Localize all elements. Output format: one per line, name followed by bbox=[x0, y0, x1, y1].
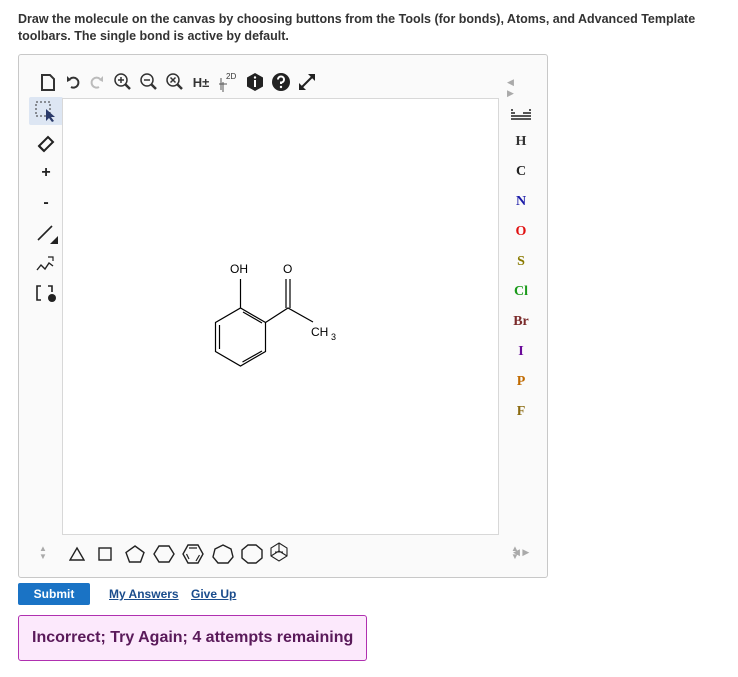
bracket-icon[interactable] bbox=[29, 279, 63, 307]
fullscreen-icon[interactable] bbox=[297, 72, 317, 92]
adamantane-template[interactable] bbox=[269, 542, 289, 569]
eraser-icon[interactable] bbox=[29, 129, 63, 157]
atom-button-i[interactable]: I bbox=[503, 339, 539, 365]
atom-button-c[interactable]: C bbox=[503, 159, 539, 185]
2d-label: 2D bbox=[226, 72, 236, 81]
atom-button-o[interactable]: O bbox=[503, 219, 539, 245]
ketone-chain-bond bbox=[265, 307, 314, 324]
atom-button-n[interactable]: N bbox=[503, 189, 539, 215]
square-template[interactable] bbox=[97, 546, 113, 567]
left-toolbar-scroll[interactable]: ▲ ▼ bbox=[39, 545, 47, 561]
select-tool[interactable] bbox=[29, 97, 63, 125]
benzene-ring bbox=[214, 307, 267, 367]
atom-button-h[interactable]: H bbox=[503, 129, 539, 155]
molecule-editor: H± 2D ◀ ▶ + - OH O CH 3 H C N O S Cl Br … bbox=[18, 54, 548, 578]
benzene-template[interactable] bbox=[182, 544, 204, 569]
heptagon-template[interactable] bbox=[212, 544, 234, 569]
ring-inner-bond-2 bbox=[242, 350, 263, 363]
carbonyl-double-bond bbox=[285, 279, 291, 308]
periodic-table-icon[interactable] bbox=[503, 105, 539, 131]
atom-button-s[interactable]: S bbox=[503, 249, 539, 275]
help-icon[interactable] bbox=[271, 72, 291, 92]
charge-plus-tool[interactable]: + bbox=[29, 159, 63, 187]
new-document-icon[interactable] bbox=[39, 73, 57, 91]
instructions-text: Draw the molecule on the canvas by choos… bbox=[18, 12, 696, 43]
ring-inner-bond-3 bbox=[242, 311, 263, 324]
atom-button-f[interactable]: F bbox=[503, 399, 539, 425]
give-up-link[interactable]: Give Up bbox=[191, 587, 236, 601]
undo-icon[interactable] bbox=[65, 73, 83, 91]
redo-icon[interactable] bbox=[87, 73, 105, 91]
molecule-drawing: OH O CH 3 bbox=[214, 262, 336, 367]
toolbar-scroll-arrows[interactable]: ◀ ▶ bbox=[507, 77, 514, 99]
clear-icon[interactable] bbox=[165, 72, 185, 92]
submit-button[interactable]: Submit bbox=[18, 583, 90, 605]
zoom-out-icon[interactable] bbox=[139, 72, 159, 92]
carbonyl-o-label: O bbox=[283, 262, 292, 276]
oh-label: OH bbox=[230, 262, 248, 276]
hydrogens-toggle[interactable]: H± bbox=[189, 73, 213, 91]
hexagon-template[interactable] bbox=[153, 545, 175, 568]
octagon-template[interactable] bbox=[241, 544, 263, 569]
atom-button-cl[interactable]: Cl bbox=[503, 279, 539, 305]
info-icon[interactable] bbox=[245, 72, 265, 92]
single-bond-icon[interactable] bbox=[29, 219, 63, 247]
atom-button-br[interactable]: Br bbox=[503, 309, 539, 335]
atom-button-p[interactable]: P bbox=[503, 369, 539, 395]
2d-clean-icon[interactable]: 2D bbox=[217, 70, 241, 94]
ch3-label: CH bbox=[311, 325, 328, 339]
ch3-subscript: 3 bbox=[331, 332, 336, 342]
my-answers-link[interactable]: My Answers bbox=[109, 587, 179, 601]
triangle-template[interactable] bbox=[68, 546, 86, 567]
chain-icon[interactable] bbox=[29, 249, 63, 277]
charge-minus-tool[interactable]: - bbox=[29, 189, 63, 217]
drawing-canvas[interactable]: OH O CH 3 bbox=[62, 98, 499, 535]
feedback-message: Incorrect; Try Again; 4 attempts remaini… bbox=[18, 615, 367, 661]
right-toolbar-scroll[interactable]: ▲ ▼ bbox=[511, 545, 519, 561]
pentagon-template[interactable] bbox=[125, 545, 145, 568]
zoom-in-icon[interactable] bbox=[113, 72, 133, 92]
